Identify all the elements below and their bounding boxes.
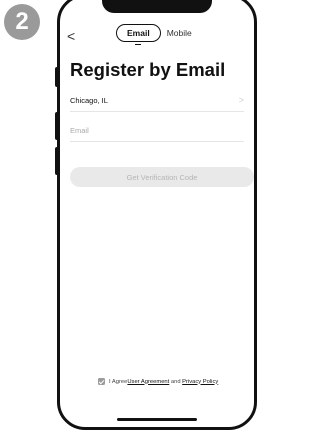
tab-email[interactable]: Email	[116, 24, 161, 42]
phone-frame: < Email Mobile Register by Email Chicago…	[55, 0, 257, 430]
phone-side-button	[55, 147, 60, 175]
get-verification-code-button[interactable]: Get Verification Code	[70, 167, 254, 187]
phone-side-button	[55, 67, 60, 87]
agree-checkbox[interactable]	[98, 378, 105, 385]
phone-side-button	[55, 112, 60, 140]
region-selector[interactable]: Chicago, IL >	[70, 89, 244, 112]
page-title: Register by Email	[70, 59, 226, 80]
home-indicator	[117, 418, 197, 421]
back-icon[interactable]: <	[67, 28, 75, 44]
agree-prefix: I Agree	[109, 378, 128, 385]
chevron-right-icon: >	[238, 95, 244, 105]
tab-mobile[interactable]: Mobile	[167, 28, 192, 38]
privacy-policy-link[interactable]: Privacy Policy	[182, 379, 218, 385]
phone-notch	[102, 0, 212, 13]
region-value: Chicago, IL	[70, 95, 108, 105]
agreement-row: I Agree User Agreement and Privacy Polic…	[98, 378, 218, 385]
step-badge: 2	[4, 4, 40, 40]
user-agreement-link[interactable]: User Agreement	[127, 379, 169, 385]
register-tabs: Email Mobile	[116, 24, 192, 42]
email-placeholder: Email	[70, 125, 89, 135]
email-field[interactable]: Email	[70, 119, 244, 142]
agree-and: and	[169, 378, 183, 385]
